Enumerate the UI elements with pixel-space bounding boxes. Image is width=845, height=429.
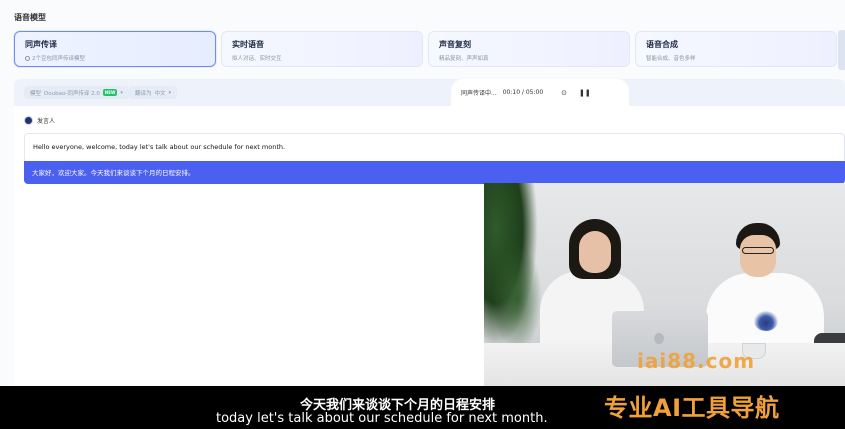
speaker-label: 发言人 (37, 118, 56, 125)
model-select-prefix: 模型 (30, 90, 42, 97)
card-desc: 智能合成、音色多样 (646, 56, 696, 62)
model-select[interactable]: 模型 Doubao-同声传译 2.0 NEW ▾ (24, 86, 129, 99)
card-voice-clone[interactable]: 声音复刻 精品复刻、声声如真 (428, 31, 630, 67)
language-select-prefix: 翻译为 (135, 90, 152, 97)
model-cards: 同声传译 2个豆包同声传译模型 实时语音 拟人对话、实时交互 声音复刻 精品复刻… (14, 31, 845, 67)
pause-icon[interactable]: ❚❚ (579, 89, 591, 97)
player-time: 00:10 / 05:00 (502, 89, 544, 96)
subtitle-english: today let's talk about our schedule for … (216, 411, 548, 426)
card-desc-text: 2个豆包同声传译模型 (32, 56, 85, 62)
replay-icon[interactable]: ⊙ (561, 89, 567, 97)
model-select-value: Doubao-同声传译 2.0 (44, 90, 100, 97)
chevron-down-icon: ▾ (120, 89, 123, 96)
source-text: Hello everyone, welcome, today let's tal… (24, 133, 845, 161)
chevron-down-icon: ▾ (168, 89, 172, 96)
card-title: 同声传译 (25, 40, 57, 49)
card-simultaneous-interpretation[interactable]: 同声传译 2个豆包同声传译模型 (14, 31, 216, 67)
speaker: 发言人 (24, 116, 55, 125)
section-title: 语音模型 (14, 13, 46, 22)
language-select-value: 中文 (154, 90, 166, 97)
card-title: 语音合成 (646, 40, 678, 49)
info-icon (25, 56, 30, 61)
card-desc: 2个豆包同声传译模型 (25, 54, 205, 62)
avatar (24, 116, 33, 125)
card-realtime-voice[interactable]: 实时语音 拟人对话、实时交互 (221, 31, 423, 67)
card-desc: 精品复刻、声声如真 (439, 56, 489, 62)
toolbar: 模型 Doubao-同声传译 2.0 NEW ▾ 翻译为 中文 ▾ 同声传译中.… (14, 79, 845, 106)
card-speech-synthesis[interactable]: 语音合成 智能合成、音色多样 (635, 31, 837, 67)
new-badge: NEW (102, 89, 118, 96)
card-desc: 拟人对话、实时交互 (232, 56, 282, 62)
language-select[interactable]: 翻译为 中文 ▾ (129, 86, 178, 99)
watermark: iai88.com (637, 349, 756, 373)
app-root: 语音模型 同声传译 2个豆包同声传译模型 实时语音 拟人对话、实时交互 声音复刻… (0, 0, 845, 429)
translated-text: 大家好，欢迎大家。今天我们来谈谈下个月的日程安排。 (24, 161, 845, 184)
card-title: 声音复刻 (439, 40, 471, 49)
brand-logo-text: 专业AI工具导航 (604, 394, 780, 422)
audio-player: 同声传译中... 00:10 / 05:00 ⊙ ❚❚ (451, 79, 629, 106)
next-card-edge[interactable] (838, 30, 845, 70)
player-status: 同声传译中... (461, 90, 497, 97)
card-title: 实时语音 (232, 40, 264, 49)
